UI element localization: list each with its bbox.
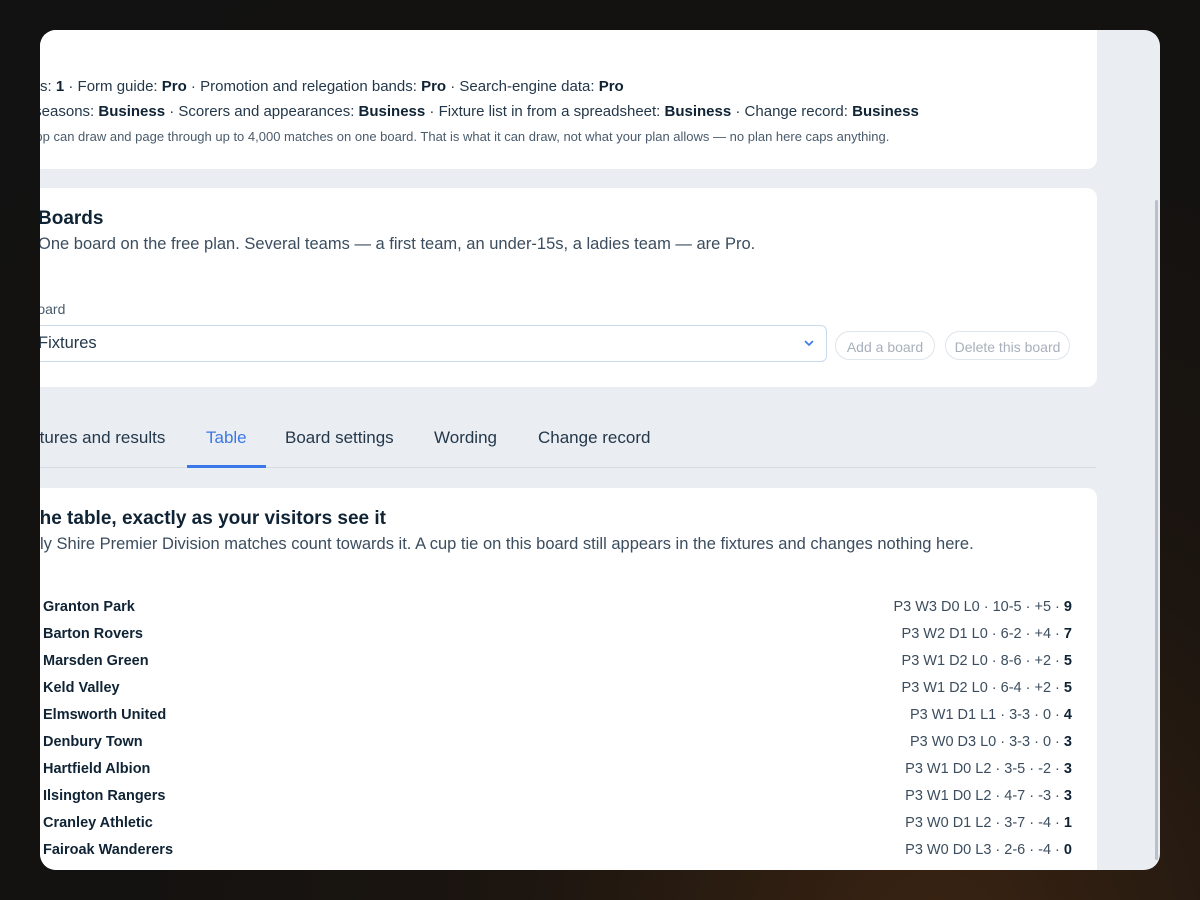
- table-subtitle: Only Shire Premier Division matches coun…: [40, 535, 974, 553]
- plan-card: [40, 30, 1097, 169]
- team-stats: P3 W2 D1 L0 · 6-2 · +4 · 7: [901, 626, 1072, 642]
- team-name: 4.Keld Valley: [40, 680, 120, 696]
- team-name: 8.Ilsington Rangers: [40, 788, 165, 804]
- team-stats: P3 W1 D2 L0 · 8-6 · +2 · 5: [901, 653, 1072, 669]
- plan-note: This app can draw and page through up to…: [40, 129, 890, 144]
- team-stats: P3 W1 D0 L2 · 4-7 · -3 · 3: [905, 788, 1072, 804]
- team-label: Keld Valley: [43, 680, 120, 696]
- team-points: 3: [1063, 734, 1072, 750]
- boards-subtitle: One board on the free plan. Several team…: [40, 235, 756, 253]
- team-name: 2.Barton Rovers: [40, 626, 143, 642]
- board-select[interactable]: Fixtures: [40, 325, 827, 362]
- team-points: 9: [1063, 599, 1072, 615]
- table-row: 4.Keld Valley P3 W1 D2 L0 · 6-4 · +2 · 5: [40, 680, 1072, 707]
- team-name: 6.Denbury Town: [40, 734, 143, 750]
- team-name: 9.Cranley Athletic: [40, 815, 153, 831]
- team-label: Fairoak Wanderers: [43, 842, 174, 858]
- tab-board-settings[interactable]: Board settings: [285, 428, 394, 448]
- boards-title: Boards: [40, 208, 104, 229]
- table-row: 8.Ilsington Rangers P3 W1 D0 L2 · 4-7 · -…: [40, 788, 1072, 815]
- table-row: 3.Marsden Green P3 W1 D2 L0 · 8-6 · +2 · …: [40, 653, 1072, 680]
- team-label: Cranley Athletic: [43, 815, 153, 831]
- team-stats: P3 W1 D2 L0 · 6-4 · +2 · 5: [901, 680, 1072, 696]
- plan-business-features-line: Past seasons: Business · Scorers and app…: [40, 103, 919, 120]
- team-label: Denbury Town: [43, 734, 143, 750]
- tab-wording[interactable]: Wording: [434, 428, 497, 448]
- team-name: 10.Fairoak Wanderers: [40, 842, 173, 858]
- scrollbar[interactable]: [1155, 200, 1158, 860]
- table-row: 5.Elmsworth United P3 W1 D1 L1 · 3-3 · 0 …: [40, 707, 1072, 734]
- plan-features-line: Boards: 1 · Form guide: Pro · Promotion …: [40, 78, 624, 95]
- team-points: 4: [1063, 707, 1072, 723]
- team-label: Hartfield Albion: [43, 761, 151, 777]
- team-stats: P3 W0 D1 L2 · 3-7 · -4 · 1: [905, 815, 1072, 831]
- team-name: 1.Granton Park: [40, 599, 135, 615]
- table-row: 2.Barton Rovers P3 W2 D1 L0 · 6-2 · +4 · …: [40, 626, 1072, 653]
- team-stats: P3 W1 D1 L1 · 3-3 · 0 · 4: [910, 707, 1072, 723]
- team-points: 7: [1063, 626, 1072, 642]
- team-name: 3.Marsden Green: [40, 653, 149, 669]
- team-label: Elmsworth United: [43, 707, 167, 723]
- team-points: 3: [1063, 761, 1072, 777]
- tab-change-record[interactable]: Change record: [538, 428, 650, 448]
- team-stats: P3 W1 D0 L2 · 3-5 · -2 · 3: [905, 761, 1072, 777]
- team-points: 3: [1063, 788, 1072, 804]
- team-stats: P3 W0 D0 L3 · 2-6 · -4 · 0: [905, 842, 1072, 858]
- team-name: 5.Elmsworth United: [40, 707, 166, 723]
- table-title: The table, exactly as your visitors see …: [40, 508, 386, 529]
- active-tab-indicator: [187, 465, 266, 468]
- table-row: 7.Hartfield Albion P3 W1 D0 L2 · 3-5 · -2…: [40, 761, 1072, 788]
- team-label: Granton Park: [43, 599, 135, 615]
- table-row: 6.Denbury Town P3 W0 D3 L0 · 3-3 · 0 · 3: [40, 734, 1072, 761]
- team-points: 0: [1063, 842, 1072, 858]
- delete-board-button[interactable]: Delete this board: [945, 331, 1070, 360]
- team-stats: P3 W3 D0 L0 · 10-5 · +5 · 9: [893, 599, 1072, 615]
- table-row: 9.Cranley Athletic P3 W0 D1 L2 · 3-7 · -4…: [40, 815, 1072, 842]
- team-stats: P3 W0 D3 L0 · 3-3 · 0 · 3: [910, 734, 1072, 750]
- team-label: Marsden Green: [43, 653, 149, 669]
- add-board-button[interactable]: Add a board: [835, 331, 935, 360]
- chevron-down-icon: [804, 340, 814, 346]
- table-row: 10.Fairoak Wanderers P3 W0 D0 L3 · 2-6 · …: [40, 842, 1072, 869]
- board-select-label: Board: [40, 301, 66, 317]
- team-points: 5: [1063, 680, 1072, 696]
- table-row: 1.Granton Park P3 W3 D0 L0 · 10-5 · +5 · …: [40, 599, 1072, 626]
- team-label: Ilsington Rangers: [43, 788, 166, 804]
- board-select-value: Fixtures: [40, 334, 97, 352]
- team-points: 1: [1063, 815, 1072, 831]
- team-label: Barton Rovers: [43, 626, 143, 642]
- tab-table[interactable]: Table: [206, 428, 247, 448]
- tab-fixtures-and-results[interactable]: Fixtures and results: [40, 428, 165, 448]
- page-content: Boards: 1 · Form guide: Pro · Promotion …: [40, 30, 1160, 870]
- team-name: 7.Hartfield Albion: [40, 761, 150, 777]
- app-window: Boards: 1 · Form guide: Pro · Promotion …: [40, 30, 1160, 870]
- team-points: 5: [1063, 653, 1072, 669]
